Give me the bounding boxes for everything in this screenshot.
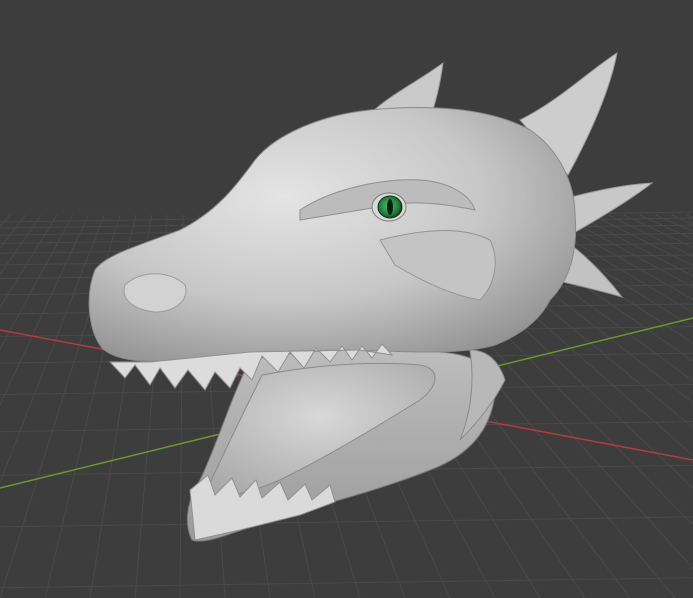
eye-pupil [387,199,393,215]
3d-viewport[interactable] [0,0,693,598]
viewport-canvas[interactable] [0,0,693,598]
